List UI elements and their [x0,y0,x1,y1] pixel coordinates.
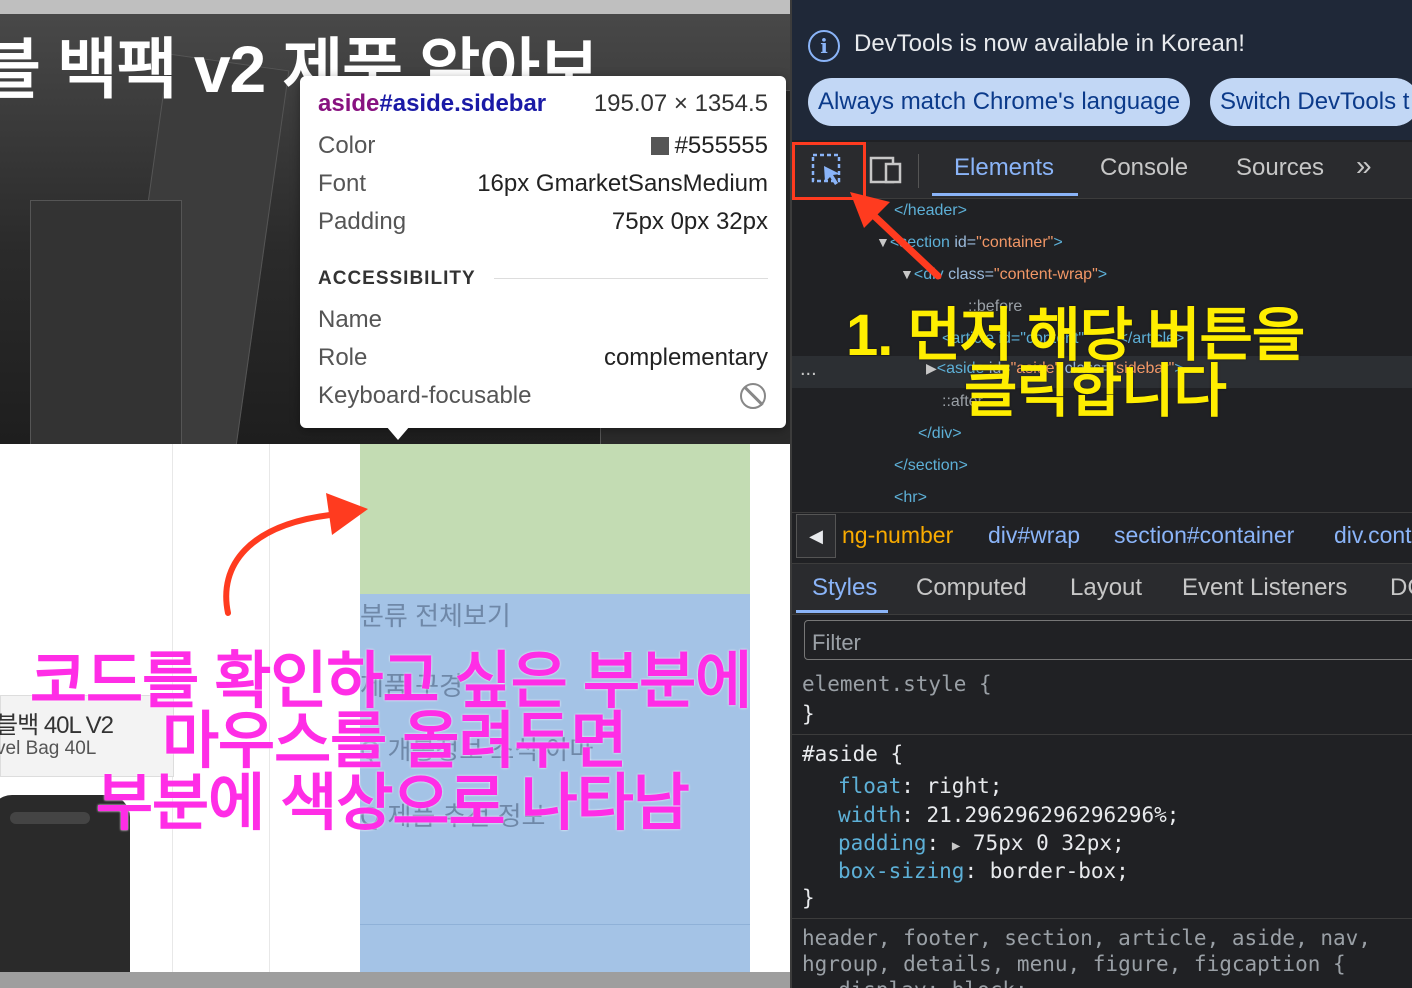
css-rule-aside-selector[interactable]: #aside { [802,742,903,766]
css-rule-close: } [802,886,815,910]
css-ua-decl-display: display: block; [838,978,1028,988]
dom-tag: > [1053,234,1063,251]
css-property: box-sizing [838,859,965,883]
css-property: padding [838,831,927,855]
tooltip-font-label: Font [318,170,367,197]
dom-more-actions-icon[interactable]: ... [800,358,817,381]
tab-elements[interactable]: Elements [954,154,1054,182]
filter-placeholder: Filter [812,630,861,655]
tooltip-selector: aside#aside.sidebar [318,90,546,118]
breadcrumb-item[interactable]: ng-number [842,522,953,549]
subtab-dom-breakpoints[interactable]: DC [1390,574,1412,602]
dom-tag: > [1097,266,1108,283]
css-rule-element-style[interactable]: element.style { [802,672,992,696]
aside-padding-highlight [360,444,750,594]
dom-node-section-close[interactable]: </section> [894,457,968,475]
tab-console[interactable]: Console [1100,154,1188,182]
active-subtab-indicator [796,610,888,613]
tooltip-padding-value: 75px 0px 32px [611,208,768,235]
annotation-click-instruction-line2: 클릭합니다 [964,359,1227,424]
styles-filter-input[interactable] [804,620,1412,660]
dom-attr-value: "container" [976,234,1054,251]
switch-devtools-button[interactable]: Switch DevTools t [1210,78,1412,126]
page-preview: 블 백팩 v2 제품 알아보 분류 전체보기 제품 구경 Q 개봉정보 소식 아… [0,0,790,988]
tooltip-selector-id-class: #aside.sidebar [379,90,547,117]
tooltip-role-value: complementary [603,344,768,371]
info-message: DevTools is now available in Korean! [854,30,1245,57]
tooltip-dimensions: 195.07 × 1354.5 [593,90,768,117]
dom-node-div-close[interactable]: </div> [918,425,962,443]
inspect-tooltip: aside#aside.sidebar 195.07 × 1354.5 Colo… [300,76,786,428]
dom-node-hr[interactable]: <hr> [894,489,927,507]
info-icon: i [808,30,840,62]
breadcrumb-item[interactable]: section#container [1114,522,1294,549]
subtab-computed[interactable]: Computed [916,574,1027,602]
css-ua-selector-line2[interactable]: hgroup, details, menu, figure, figcaptio… [802,952,1346,976]
css-rule-divider [792,734,1412,735]
color-swatch [650,137,669,155]
dom-attr-value: "content-wrap" [993,266,1098,283]
tooltip-name-label: Name [318,306,383,333]
tooltip-padding-label: Padding [318,208,407,235]
tooltip-color-label: Color [318,132,376,159]
more-tabs-chevron-icon[interactable]: » [1356,150,1372,182]
not-focusable-icon [740,383,766,409]
pointer-arrow-icon [850,192,942,280]
tooltip-pointer [386,426,410,440]
subtab-event-listeners[interactable]: Event Listeners [1182,574,1347,602]
tooltip-color-value: #555555 [650,132,768,160]
css-value: 21.296296296296296%; [926,803,1180,827]
aside-item-all-categories[interactable]: 분류 전체보기 [360,596,511,633]
css-value: right; [926,774,1003,798]
devtools-panel: i DevTools is now available in Korean! A… [790,0,1412,988]
active-tab-indicator [932,193,1078,196]
dom-attr: id= [954,234,977,251]
bottom-scroll-strip [0,972,790,988]
tooltip-color-text: #555555 [674,132,768,159]
subtab-layout[interactable]: Layout [1070,574,1142,602]
breadcrumb-scroll-left-icon[interactable]: ◀ [796,514,836,558]
css-decl-box-sizing[interactable]: box-sizing: border-box; [838,859,1129,883]
language-info-bar: i DevTools is now available in Korean! A… [792,0,1412,140]
subtab-styles[interactable]: Styles [812,574,877,602]
tooltip-font-value: 16px GmarketSansMedium [477,170,768,197]
product-subtitle: vel Bag 40L [0,738,97,759]
tooltip-divider [494,278,768,279]
tooltip-role-label: Role [318,344,368,371]
aside-divider [360,924,750,925]
css-decl-float[interactable]: float: right; [838,774,1002,798]
css-property: width [838,803,902,827]
expand-shorthand-icon[interactable]: ▶ [952,838,960,854]
product-image-handle [10,812,90,824]
curved-arrow-icon [223,493,368,616]
breadcrumb-item[interactable]: div.cont [1334,522,1412,549]
css-ua-selector-line1[interactable]: header, footer, section, article, aside,… [802,926,1371,950]
always-match-language-button[interactable]: Always match Chrome's language [808,78,1191,126]
css-value: border-box; [989,859,1129,883]
annotation-hover-instruction-line3: 부분에 색상으로 나타남 [96,769,690,838]
css-property: float [838,774,902,798]
css-decl-width[interactable]: width: 21.296296296296296%; [838,803,1179,827]
tab-sources[interactable]: Sources [1236,154,1324,182]
css-rule-close: } [802,702,815,726]
tooltip-accessibility-heading: ACCESSIBILITY [318,268,476,289]
breadcrumb-item[interactable]: div#wrap [988,522,1080,549]
css-rule-divider [792,918,1412,919]
css-value: 75px 0 32px; [972,831,1125,855]
css-decl-padding[interactable]: padding: ▶ 75px 0 32px; [838,831,1125,855]
tooltip-selector-tag: aside [318,90,380,117]
tooltip-focusable-label: Keyboard-focusable [318,382,532,409]
hero-bag-pocket [30,200,182,444]
hero-top-stripe [0,0,790,14]
dom-attr: class= [948,266,994,283]
